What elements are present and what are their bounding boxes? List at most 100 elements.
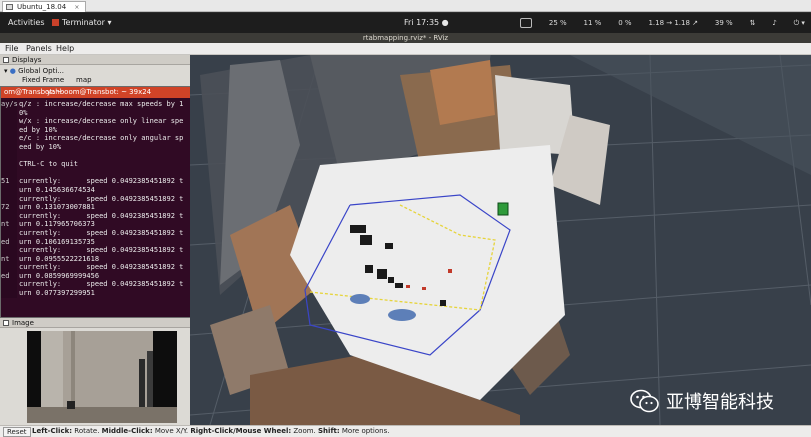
displays-panel-header[interactable]: Displays [0, 55, 190, 65]
reset-button[interactable]: Reset [3, 427, 31, 437]
terminal-window[interactable]: om@Transbot: ~ yahboom@Transbot: ~ 39x24… [0, 86, 196, 318]
menu-help[interactable]: Help [56, 44, 74, 53]
host-tab-ubuntu[interactable]: Ubuntu_18.04 × [2, 1, 87, 12]
terminal-gutter-line: nt [1, 220, 10, 229]
hint-shift-desc: More options. [339, 427, 390, 435]
terminal-gutter-line [1, 160, 17, 169]
terminal-line: urn 0.117965706373 [19, 220, 95, 229]
host-tab-bar: Ubuntu_18.04 × [0, 0, 811, 12]
terminal-tab-title[interactable]: om@Transbot: ~ [4, 87, 63, 98]
clock[interactable]: Fri 17:35 ● [404, 13, 449, 33]
fixed-frame-value[interactable]: map [76, 76, 92, 84]
net-indicator[interactable]: 1.18 → 1.18 ↗ [648, 13, 698, 33]
terminal-gutter-line [1, 186, 17, 195]
system-tray: 25 % 11 % 0 % 1.18 → 1.18 ↗ 39 % ⇅ ♪ ⏻ ▾ [520, 13, 805, 33]
image-panel-title: Image [12, 319, 34, 327]
terminal-line: currently: speed 0.0492385451892 t [19, 263, 184, 272]
terminal-gutter-line: ed [1, 271, 10, 280]
terminal-gutter-line [1, 195, 17, 204]
terminal-line: eed by 10% [19, 142, 62, 151]
tree-fixed-frame[interactable]: Fixed Frame [22, 76, 64, 84]
terminal-line: urn 0.145636674534 [19, 185, 95, 194]
watermark-text: 亚博智能科技 [666, 392, 774, 413]
panel-icon [3, 320, 9, 326]
terminal-line: urn 0.131073007881 [19, 203, 95, 212]
camera-feed [27, 331, 177, 423]
hint-middle-click-desc: Move X/Y. [152, 427, 191, 435]
hint-middle-click: Middle-Click: [101, 427, 153, 435]
robot-marker [497, 202, 509, 216]
terminal-line: urn 0.0955522221618 [19, 254, 100, 263]
terminal-gutter-line: ed [1, 237, 10, 246]
terminal-gutter-line [1, 117, 17, 126]
wechat-icon [630, 389, 659, 413]
terminal-left-fragment: ay/s 51 72 nt ed nt ed [1, 100, 18, 298]
rviz-menubar: File Panels Help [0, 43, 811, 55]
terminal-gutter-line [1, 289, 17, 298]
cpu-indicator[interactable]: 25 % [549, 13, 567, 33]
terminal-line: currently: speed 0.0492385451892 t [19, 246, 184, 255]
global-options-label: Global Opti... [18, 67, 64, 75]
displays-panel-title: Displays [12, 56, 42, 64]
mem-indicator[interactable]: 11 % [584, 13, 602, 33]
watermark: 亚博智能科技 [630, 386, 774, 416]
gnome-top-bar: Activities Terminator ▾ Fri 17:35 ● 25 %… [0, 13, 811, 33]
app-menu[interactable]: Terminator ▾ [52, 13, 111, 33]
terminal-gutter-line [1, 263, 17, 272]
rviz-window-title: rtabmapping.rviz* - RViz [0, 33, 811, 43]
tab-close-icon[interactable]: × [74, 4, 79, 11]
hint-shift: Shift: [318, 427, 340, 435]
terminal-titlebar[interactable]: om@Transbot: ~ yahboom@Transbot: ~ 39x24 [1, 87, 195, 98]
expand-arrow-icon[interactable]: ▾ [4, 67, 8, 75]
terminal-line: w/x : increase/decrease only linear spe [19, 117, 184, 126]
terminal-line: currently: speed 0.0492385451892 t [19, 211, 184, 220]
panel-icon [3, 57, 9, 63]
network-icon[interactable]: ⇅ [750, 13, 756, 33]
terminal-line: q/z : increase/decrease max speeds by 1 [19, 100, 184, 108]
terminal-line: e/c : increase/decrease only angular sp [19, 134, 184, 143]
terminal-gutter-line [1, 143, 17, 152]
globe-icon: ● [9, 67, 16, 75]
terminal-line: urn 0.0859969999456 [19, 271, 100, 280]
disk-indicator[interactable]: 39 % [715, 13, 733, 33]
hint-right-click: Right-Click/Mouse Wheel: [190, 427, 292, 435]
terminator-icon [52, 19, 59, 26]
status-hint: Left-Click: Rotate. Middle-Click: Move X… [32, 426, 389, 437]
volume-icon[interactable]: ♪ [772, 13, 776, 33]
menu-panels[interactable]: Panels [26, 44, 52, 53]
terminal-gutter-line [1, 152, 17, 161]
terminal-gutter-line: 72 [1, 203, 10, 212]
hint-left-click: Left-Click: [32, 427, 73, 435]
terminal-gutter-line [1, 280, 17, 289]
terminal-line: currently: speed 0.0492385451892 t [19, 194, 184, 203]
terminal-gutter-line: 51 [1, 177, 10, 186]
terminal-gutter-line [1, 134, 17, 143]
terminal-line: urn 0.106169135735 [19, 237, 95, 246]
terminal-gutter-line [1, 246, 17, 255]
power-icon[interactable]: ⏻ ▾ [794, 13, 805, 33]
tree-global-options[interactable]: ▾ ● Global Opti... [4, 67, 64, 75]
terminal-line: urn 0.077397299951 [19, 289, 95, 298]
terminal-gutter-line: nt [1, 254, 10, 263]
terminal-gutter-line [1, 126, 17, 135]
terminal-line: currently: speed 0.0492385451892 t [19, 228, 184, 237]
terminal-line: CTRL-C to quit [19, 160, 79, 169]
status-bar: Reset Left-Click: Rotate. Middle-Click: … [0, 425, 811, 437]
window-icon[interactable] [520, 18, 532, 28]
terminal-output[interactable]: q/z : increase/decrease max speeds by 10… [19, 100, 195, 298]
menu-file[interactable]: File [5, 44, 18, 53]
terminal-line: currently: speed 0.0492385451892 t [19, 280, 184, 289]
terminal-line: currently: speed 0.0492385451892 t [19, 177, 184, 186]
vm-icon [6, 4, 13, 10]
host-tab-label: Ubuntu_18.04 [17, 3, 67, 11]
image-panel-header[interactable]: Image [0, 318, 190, 328]
hint-left-click-desc: Rotate. [72, 427, 102, 435]
rviz-3d-view[interactable] [190, 55, 811, 425]
image-panel: Image [0, 318, 190, 425]
terminal-gutter-line [1, 229, 17, 238]
terminal-gutter-line: ay/s [1, 100, 18, 108]
activities-button[interactable]: Activities [8, 13, 45, 33]
swap-indicator[interactable]: 0 % [618, 13, 631, 33]
app-menu-label: Terminator ▾ [62, 18, 112, 27]
